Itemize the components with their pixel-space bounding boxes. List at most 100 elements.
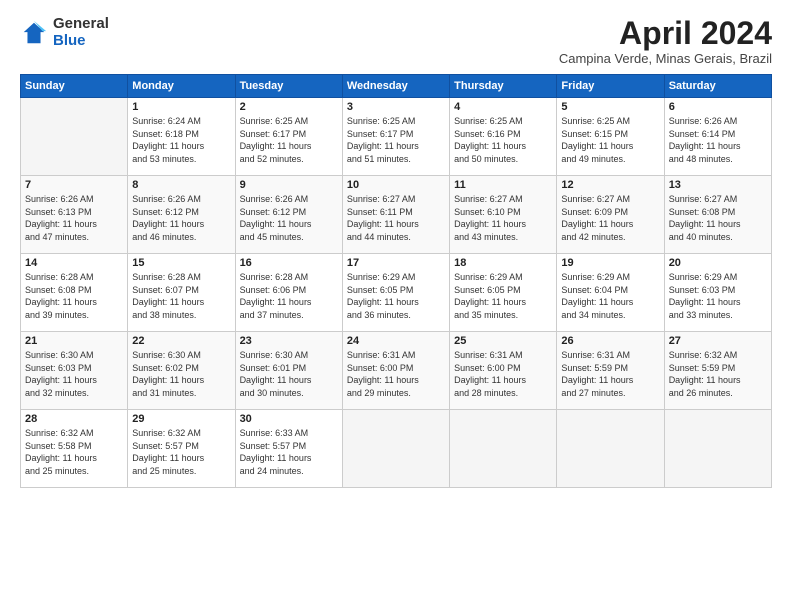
week-row-4: 21Sunrise: 6:30 AMSunset: 6:03 PMDayligh…	[21, 332, 772, 410]
day-cell: 25Sunrise: 6:31 AMSunset: 6:00 PMDayligh…	[450, 332, 557, 410]
day-cell: 27Sunrise: 6:32 AMSunset: 5:59 PMDayligh…	[664, 332, 771, 410]
sunrise-text: Sunrise: 6:30 AM	[132, 349, 230, 362]
daylight-text-2: and 52 minutes.	[240, 153, 338, 166]
daylight-text-2: and 47 minutes.	[25, 231, 123, 244]
day-cell: 3Sunrise: 6:25 AMSunset: 6:17 PMDaylight…	[342, 98, 449, 176]
week-row-5: 28Sunrise: 6:32 AMSunset: 5:58 PMDayligh…	[21, 410, 772, 488]
sunset-text: Sunset: 6:05 PM	[454, 284, 552, 297]
day-cell: 30Sunrise: 6:33 AMSunset: 5:57 PMDayligh…	[235, 410, 342, 488]
sunrise-text: Sunrise: 6:28 AM	[240, 271, 338, 284]
sunrise-text: Sunrise: 6:31 AM	[561, 349, 659, 362]
sunset-text: Sunset: 6:09 PM	[561, 206, 659, 219]
daylight-text-2: and 51 minutes.	[347, 153, 445, 166]
daylight-text-2: and 32 minutes.	[25, 387, 123, 400]
day-number: 22	[132, 335, 230, 347]
day-number: 3	[347, 101, 445, 113]
week-row-1: 1Sunrise: 6:24 AMSunset: 6:18 PMDaylight…	[21, 98, 772, 176]
day-cell: 20Sunrise: 6:29 AMSunset: 6:03 PMDayligh…	[664, 254, 771, 332]
daylight-text-2: and 35 minutes.	[454, 309, 552, 322]
logo-blue-label: Blue	[53, 33, 109, 50]
sunset-text: Sunset: 6:08 PM	[25, 284, 123, 297]
sunrise-text: Sunrise: 6:26 AM	[669, 115, 767, 128]
day-cell: 8Sunrise: 6:26 AMSunset: 6:12 PMDaylight…	[128, 176, 235, 254]
day-cell: 29Sunrise: 6:32 AMSunset: 5:57 PMDayligh…	[128, 410, 235, 488]
sunset-text: Sunset: 6:13 PM	[25, 206, 123, 219]
sunrise-text: Sunrise: 6:26 AM	[25, 193, 123, 206]
header-cell-tuesday: Tuesday	[235, 75, 342, 98]
daylight-text-1: Daylight: 11 hours	[347, 374, 445, 387]
daylight-text-1: Daylight: 11 hours	[132, 296, 230, 309]
day-cell: 18Sunrise: 6:29 AMSunset: 6:05 PMDayligh…	[450, 254, 557, 332]
sunrise-text: Sunrise: 6:32 AM	[25, 427, 123, 440]
day-cell: 21Sunrise: 6:30 AMSunset: 6:03 PMDayligh…	[21, 332, 128, 410]
sunset-text: Sunset: 6:07 PM	[132, 284, 230, 297]
daylight-text-1: Daylight: 11 hours	[347, 140, 445, 153]
sunset-text: Sunset: 6:02 PM	[132, 362, 230, 375]
day-number: 16	[240, 257, 338, 269]
daylight-text-1: Daylight: 11 hours	[25, 374, 123, 387]
day-number: 24	[347, 335, 445, 347]
daylight-text-2: and 49 minutes.	[561, 153, 659, 166]
day-cell: 19Sunrise: 6:29 AMSunset: 6:04 PMDayligh…	[557, 254, 664, 332]
sunrise-text: Sunrise: 6:29 AM	[561, 271, 659, 284]
day-number: 1	[132, 101, 230, 113]
daylight-text-1: Daylight: 11 hours	[25, 296, 123, 309]
day-number: 9	[240, 179, 338, 191]
day-number: 15	[132, 257, 230, 269]
sunset-text: Sunset: 6:12 PM	[240, 206, 338, 219]
logo: General Blue	[20, 16, 109, 49]
day-number: 29	[132, 413, 230, 425]
day-cell: 13 Sunrise: 6:27 AMSunset: 6:08 PMDayligh…	[664, 176, 771, 254]
sunset-text: Sunset: 6:16 PM	[454, 128, 552, 141]
sunset-text: Sunset: 5:59 PM	[669, 362, 767, 375]
header-cell-sunday: Sunday	[21, 75, 128, 98]
day-cell: 23Sunrise: 6:30 AMSunset: 6:01 PMDayligh…	[235, 332, 342, 410]
daylight-text-1: Daylight: 11 hours	[561, 296, 659, 309]
week-row-3: 14Sunrise: 6:28 AMSunset: 6:08 PMDayligh…	[21, 254, 772, 332]
daylight-text-1: Daylight: 11 hours	[454, 140, 552, 153]
daylight-text-2: and 36 minutes.	[347, 309, 445, 322]
sunrise-text: Sunrise: 6:29 AM	[454, 271, 552, 284]
daylight-text-1: Daylight: 11 hours	[454, 296, 552, 309]
daylight-text-2: and 28 minutes.	[454, 387, 552, 400]
daylight-text-2: and 25 minutes.	[132, 465, 230, 478]
sunrise-text: Sunrise: 6:25 AM	[561, 115, 659, 128]
daylight-text-1: Daylight: 11 hours	[454, 218, 552, 231]
day-number: 25	[454, 335, 552, 347]
day-number: 14	[25, 257, 123, 269]
day-number: 30	[240, 413, 338, 425]
daylight-text-2: and 26 minutes.	[669, 387, 767, 400]
header-cell-monday: Monday	[128, 75, 235, 98]
day-number: 13	[669, 179, 767, 191]
day-cell	[557, 410, 664, 488]
daylight-text-2: and 30 minutes.	[240, 387, 338, 400]
daylight-text-2: and 37 minutes.	[240, 309, 338, 322]
daylight-text-1: Daylight: 11 hours	[669, 140, 767, 153]
sunset-text: Sunset: 6:18 PM	[132, 128, 230, 141]
daylight-text-1: Daylight: 11 hours	[669, 218, 767, 231]
daylight-text-1: Daylight: 11 hours	[347, 218, 445, 231]
sunrise-text: Sunrise: 6:29 AM	[669, 271, 767, 284]
day-number: 4	[454, 101, 552, 113]
daylight-text-2: and 53 minutes.	[132, 153, 230, 166]
sunset-text: Sunset: 6:10 PM	[454, 206, 552, 219]
day-cell: 6Sunrise: 6:26 AMSunset: 6:14 PMDaylight…	[664, 98, 771, 176]
daylight-text-2: and 33 minutes.	[669, 309, 767, 322]
day-number: 28	[25, 413, 123, 425]
day-cell: 26Sunrise: 6:31 AMSunset: 5:59 PMDayligh…	[557, 332, 664, 410]
daylight-text-1: Daylight: 11 hours	[240, 218, 338, 231]
day-cell: 22 Sunrise: 6:30 AMSunset: 6:02 PMDayligh…	[128, 332, 235, 410]
daylight-text-1: Daylight: 11 hours	[132, 374, 230, 387]
daylight-text-2: and 50 minutes.	[454, 153, 552, 166]
daylight-text-1: Daylight: 11 hours	[240, 452, 338, 465]
sunset-text: Sunset: 6:14 PM	[669, 128, 767, 141]
logo-text: General Blue	[53, 16, 109, 49]
page: General Blue April 2024 Campina Verde, M…	[0, 0, 792, 612]
daylight-text-1: Daylight: 11 hours	[132, 452, 230, 465]
day-number: 19	[561, 257, 659, 269]
sunrise-text: Sunrise: 6:27 AM	[669, 193, 767, 206]
day-cell: 28Sunrise: 6:32 AMSunset: 5:58 PMDayligh…	[21, 410, 128, 488]
sunset-text: Sunset: 5:57 PM	[240, 440, 338, 453]
daylight-text-2: and 24 minutes.	[240, 465, 338, 478]
sunset-text: Sunset: 6:08 PM	[669, 206, 767, 219]
